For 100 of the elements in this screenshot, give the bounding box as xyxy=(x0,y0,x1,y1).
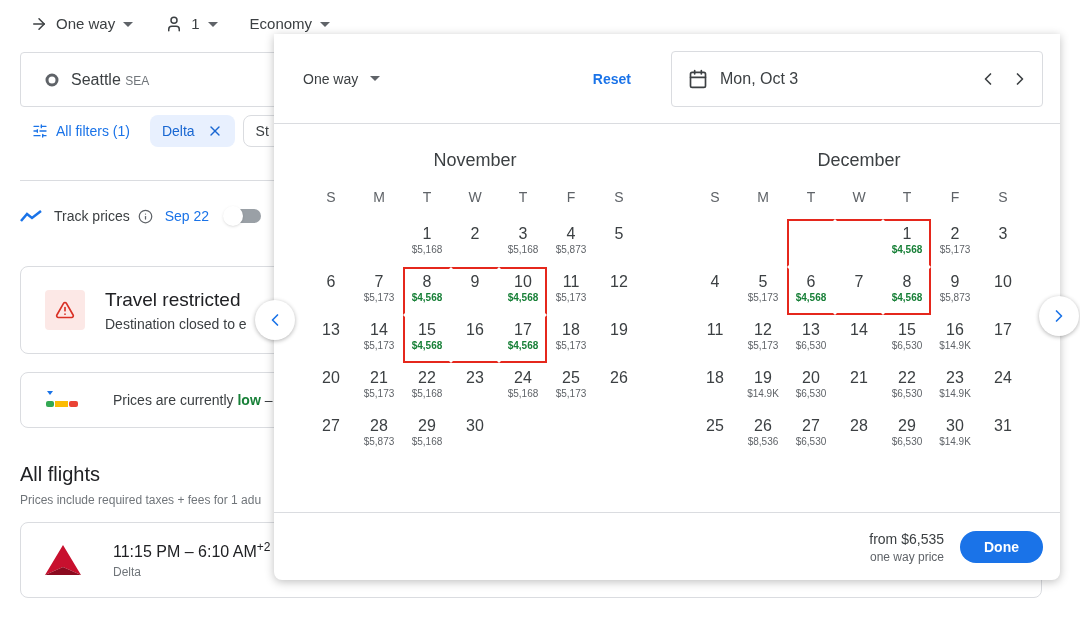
day-number: 17 xyxy=(514,320,532,340)
weekday-label: T xyxy=(805,188,817,207)
day-price: $5,168 xyxy=(411,388,443,400)
day-number: 25 xyxy=(706,416,724,436)
day-price: $6,530 xyxy=(891,388,923,400)
section-title: All flights xyxy=(20,462,102,487)
day-number: 7 xyxy=(374,272,384,292)
weekday-label: M xyxy=(372,188,386,207)
day-number: 15 xyxy=(898,320,916,340)
day-number: 18 xyxy=(562,320,580,340)
day-number: 1 xyxy=(902,224,912,244)
day-number: 15 xyxy=(418,320,436,340)
day-number: 6 xyxy=(806,272,816,292)
day-number: 16 xyxy=(466,320,484,340)
day-number: 14 xyxy=(370,320,388,340)
day-number: 24 xyxy=(994,368,1012,388)
day-number: 26 xyxy=(754,416,772,436)
airline-name: Delta xyxy=(113,564,142,580)
day-number: 23 xyxy=(466,368,484,388)
day-number: 16 xyxy=(946,320,964,340)
day-price: $5,873 xyxy=(555,244,587,256)
weekday-label: W xyxy=(851,188,867,207)
day-number: 17 xyxy=(994,320,1012,340)
day-number: 30 xyxy=(946,416,964,436)
day-number: 3 xyxy=(518,224,528,244)
day-price: $5,168 xyxy=(507,388,539,400)
weekday-label: T xyxy=(517,188,529,207)
month-title: November xyxy=(432,149,518,172)
day-price: $6,530 xyxy=(891,340,923,352)
day-number: 29 xyxy=(898,416,916,436)
day-price: $6,530 xyxy=(795,436,827,448)
weekday-label: W xyxy=(467,188,483,207)
day-number: 29 xyxy=(418,416,436,436)
day-number: 10 xyxy=(514,272,532,292)
day-number: 6 xyxy=(326,272,336,292)
day-number: 30 xyxy=(466,416,484,436)
date-value: Mon, Oct 3 xyxy=(720,68,799,89)
day-number: 21 xyxy=(370,368,388,388)
weekday-label: T xyxy=(421,188,433,207)
track-prices-label: Track prices xyxy=(54,207,130,226)
day-price: $5,168 xyxy=(507,244,539,256)
day-price: $6,530 xyxy=(795,340,827,352)
day-number: 10 xyxy=(994,272,1012,292)
day-price: $14.9K xyxy=(939,436,971,448)
day-price: $5,173 xyxy=(363,292,395,304)
day-price: $5,173 xyxy=(555,340,587,352)
weekday-label: S xyxy=(997,188,1009,207)
day-number: 7 xyxy=(854,272,864,292)
day-number: 31 xyxy=(994,416,1012,436)
day-price: $5,173 xyxy=(555,292,587,304)
day-price: $5,173 xyxy=(939,244,971,256)
day-number: 20 xyxy=(802,368,820,388)
day-number: 9 xyxy=(950,272,960,292)
day-number: 11 xyxy=(562,272,580,292)
track-date: Sep 22 xyxy=(164,207,210,226)
day-price: $5,873 xyxy=(363,436,395,448)
weekday-label: F xyxy=(565,188,577,207)
month-title: December xyxy=(816,149,902,172)
day-price: $5,173 xyxy=(363,340,395,352)
day-number: 3 xyxy=(998,224,1008,244)
day-price: $5,873 xyxy=(939,292,971,304)
day-number: 12 xyxy=(754,320,772,340)
day-number: 9 xyxy=(470,272,480,292)
day-number: 19 xyxy=(610,320,628,340)
day-number: 13 xyxy=(802,320,820,340)
day-number: 22 xyxy=(418,368,436,388)
weekday-label: T xyxy=(901,188,913,207)
day-number: 5 xyxy=(758,272,768,292)
day-number: 19 xyxy=(754,368,772,388)
day-number: 26 xyxy=(610,368,628,388)
day-price: $4,568 xyxy=(411,340,443,352)
day-price: $14.9K xyxy=(939,340,971,352)
day-number: 11 xyxy=(706,320,724,340)
day-price: $6,530 xyxy=(795,388,827,400)
day-price: $4,568 xyxy=(891,292,923,304)
day-number: 22 xyxy=(898,368,916,388)
day-number: 8 xyxy=(902,272,912,292)
day-price: $14.9K xyxy=(939,388,971,400)
day-number: 2 xyxy=(950,224,960,244)
day-number: 18 xyxy=(706,368,724,388)
day-price: $5,173 xyxy=(747,292,779,304)
weekday-label: S xyxy=(613,188,625,207)
section-note: Prices include required taxes + fees for 1 adu xyxy=(20,492,263,508)
price-insight-text: Prices are currently low – xyxy=(113,391,273,410)
price-note: one way price xyxy=(869,548,944,565)
day-number: 20 xyxy=(322,368,340,388)
from-price: from $6,535 xyxy=(869,529,944,549)
day-number: 24 xyxy=(514,368,532,388)
day-price: $4,568 xyxy=(507,340,539,352)
alert-text: Destination closed to e xyxy=(105,315,247,335)
day-number: 8 xyxy=(422,272,432,292)
day-price: $5,173 xyxy=(747,340,779,352)
day-price: $8,536 xyxy=(747,436,779,448)
day-number: 28 xyxy=(850,416,868,436)
day-number: 28 xyxy=(370,416,388,436)
day-number: 2 xyxy=(470,224,480,244)
day-number: 21 xyxy=(850,368,868,388)
day-number: 13 xyxy=(322,320,340,340)
day-number: 14 xyxy=(850,320,868,340)
day-price: $4,568 xyxy=(891,244,923,256)
